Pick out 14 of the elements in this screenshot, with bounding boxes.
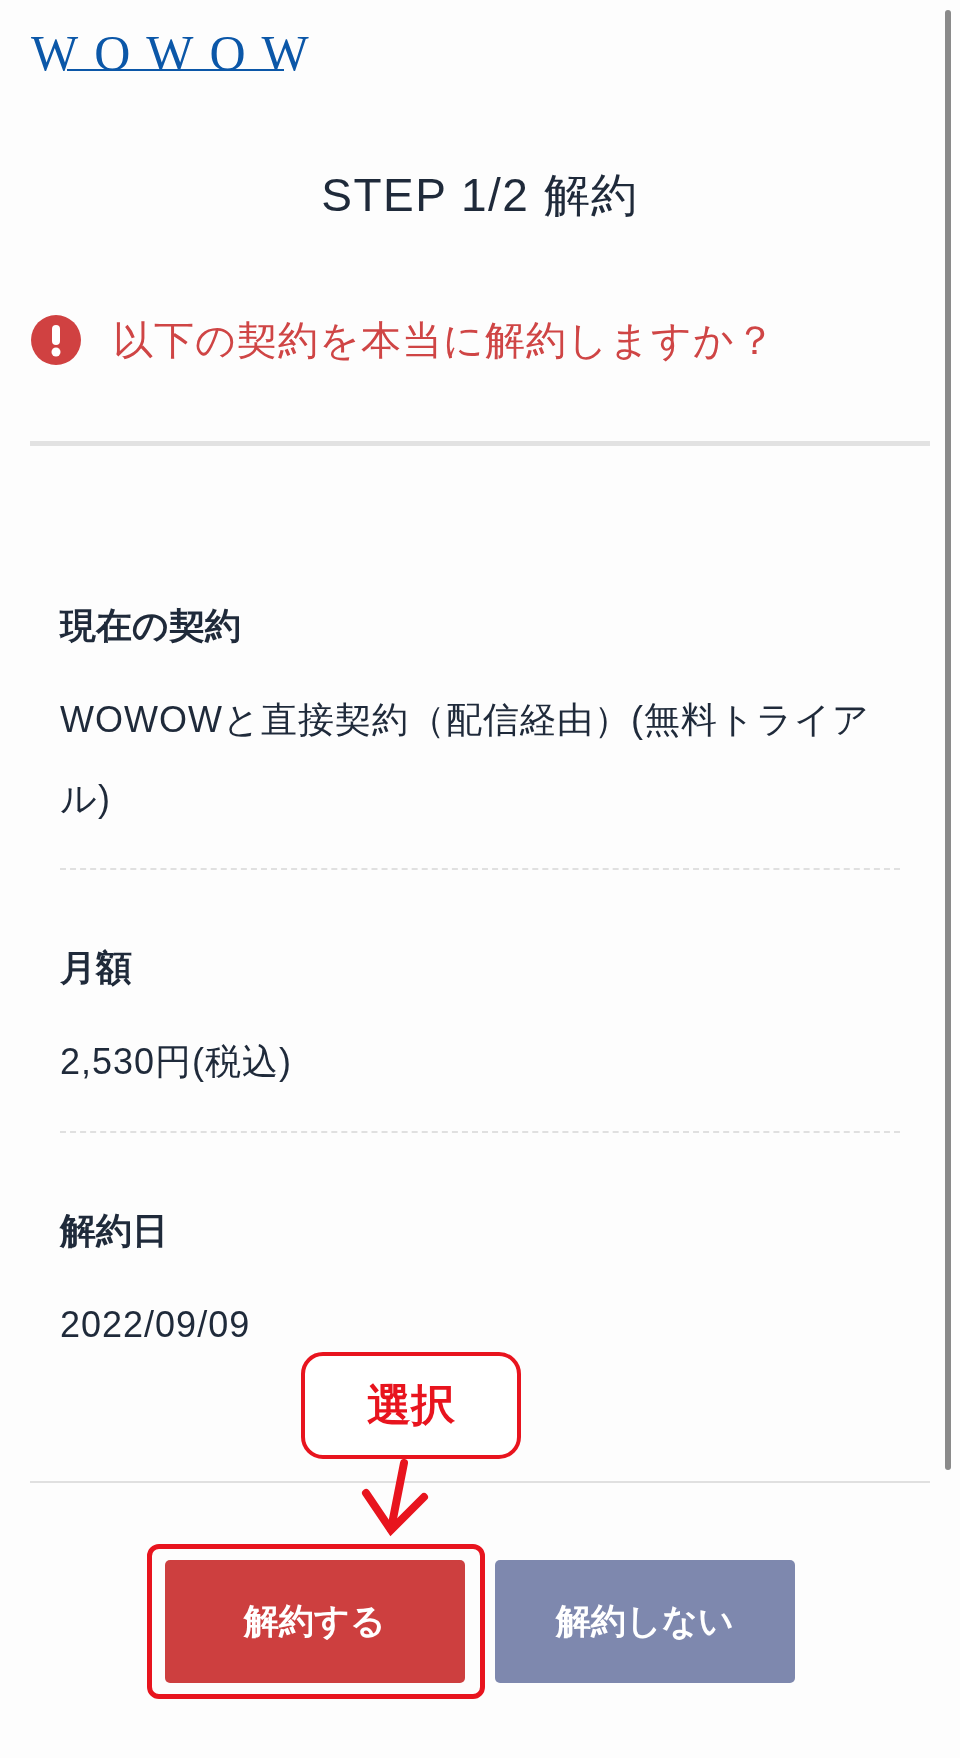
scrollbar-thumb[interactable]	[945, 10, 951, 1470]
decline-button[interactable]: 解約しない	[495, 1560, 795, 1683]
alert-icon	[31, 315, 81, 365]
field-label: 月額	[60, 946, 132, 990]
field-value: 2022/09/09	[60, 1303, 251, 1347]
warning-message: 以下の契約を本当に解約しますか？	[113, 317, 776, 364]
logo: WOWOW	[31, 28, 312, 78]
callout-label: 選択	[301, 1352, 521, 1459]
field-label: 現在の契約	[60, 604, 241, 648]
page-title: STEP 1/2 解約	[321, 168, 639, 223]
field-label: 解約日	[60, 1209, 168, 1253]
field-value: 2,530円(税込)	[60, 1040, 293, 1084]
confirm-button[interactable]: 解約する	[165, 1560, 465, 1683]
field-value: WOWOWと直接契約（配信経由）(無料トライアル)	[60, 698, 871, 821]
